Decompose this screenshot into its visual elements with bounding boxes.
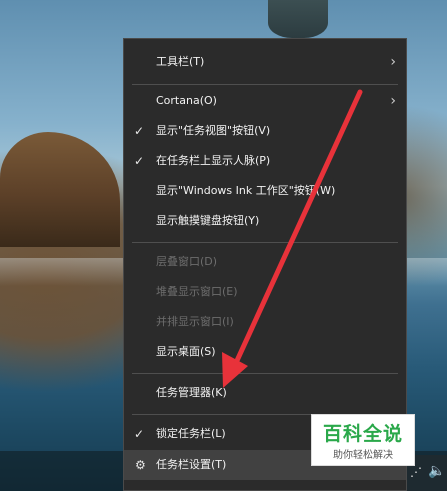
wifi-icon[interactable]: ⋰ (410, 465, 422, 479)
gear-icon: ⚙ (135, 458, 146, 472)
menu-separator (132, 242, 398, 243)
menu-item-cascade-windows: 层叠窗口(D) (124, 247, 406, 277)
watermark-subtitle: 助你轻松解决 (333, 450, 393, 461)
checkmark-icon: ✓ (134, 124, 145, 138)
menu-item-label: 显示"任务视图"按钮(V) (156, 124, 271, 137)
wallpaper-rock (268, 0, 328, 38)
menu-item-label: Cortana(O) (156, 94, 217, 107)
menu-item-show-task-view[interactable]: ✓ 显示"任务视图"按钮(V) (124, 116, 406, 146)
menu-item-label: 显示触摸键盘按钮(Y) (156, 214, 260, 227)
menu-item-label: 任务栏设置(T) (156, 458, 227, 471)
chevron-right-icon: › (390, 93, 396, 109)
menu-item-label: 工具栏(T) (156, 55, 205, 68)
menu-item-show-touch-keyboard[interactable]: 显示触摸键盘按钮(Y) (124, 206, 406, 236)
menu-item-label: 锁定任务栏(L) (156, 427, 226, 440)
menu-item-label: 层叠窗口(D) (156, 255, 218, 268)
menu-separator (132, 373, 398, 374)
menu-item-label: 显示"Windows Ink 工作区"按钮(W) (156, 184, 336, 197)
menu-separator (132, 84, 398, 85)
menu-item-side-by-side-windows: 并排显示窗口(I) (124, 307, 406, 337)
watermark: 百科全说 助你轻松解决 (311, 414, 415, 466)
checkmark-icon: ✓ (134, 154, 145, 168)
menu-item-show-desktop[interactable]: 显示桌面(S) (124, 337, 406, 367)
wallpaper-cliff (0, 132, 120, 247)
menu-item-label: 显示桌面(S) (156, 345, 216, 358)
menu-item-toolbars[interactable]: 工具栏(T) › (124, 47, 406, 77)
volume-icon[interactable]: 🔈 (428, 463, 445, 479)
menu-item-label: 堆叠显示窗口(E) (156, 285, 238, 298)
checkmark-icon: ✓ (134, 427, 145, 441)
menu-item-show-people[interactable]: ✓ 在任务栏上显示人脉(P) (124, 146, 406, 176)
menu-item-stacked-windows: 堆叠显示窗口(E) (124, 277, 406, 307)
watermark-title: 百科全说 (322, 423, 403, 445)
menu-item-cortana[interactable]: Cortana(O) › (124, 86, 406, 116)
menu-item-label: 任务管理器(K) (156, 386, 227, 399)
menu-item-label: 并排显示窗口(I) (156, 315, 234, 328)
menu-item-show-windows-ink[interactable]: 显示"Windows Ink 工作区"按钮(W) (124, 176, 406, 206)
menu-item-task-manager[interactable]: 任务管理器(K) (124, 378, 406, 408)
chevron-right-icon: › (390, 54, 396, 70)
menu-item-label: 在任务栏上显示人脉(P) (156, 154, 271, 167)
